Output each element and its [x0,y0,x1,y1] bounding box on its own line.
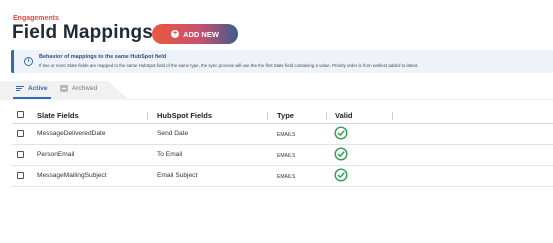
row-checkbox[interactable] [17,172,24,179]
tab-archived[interactable]: Archived [60,85,97,92]
column-header-slate-fields[interactable]: Slate Fields [37,111,79,120]
column-header-hubspot-fields[interactable]: HubSpot Fields [157,111,212,120]
column-header-type[interactable]: Type [277,111,294,120]
slate-field-cell: MessageDeliveredDate [37,130,106,137]
hubspot-field-cell: Send Date [157,130,189,137]
tab-active-label: Active [28,85,48,92]
table-row[interactable]: MessageMailingSubject Email Subject EMAI… [12,166,553,187]
info-icon: i [24,57,33,66]
table-row[interactable]: PersonEmail To Email EMAILS [12,145,553,166]
column-divider [147,112,148,120]
slate-field-cell: PersonEmail [37,151,75,158]
check-circle-icon [334,126,348,140]
table-row[interactable]: MessageDeliveredDate Send Date EMAILS [12,124,553,145]
page-title: Field Mappings [12,22,154,43]
slate-field-cell: MessageMailingSubject [37,172,107,179]
tab-bar: Active Archived [0,81,553,100]
info-banner: i Behavior of mappings to the same HubSp… [11,50,553,73]
type-cell: EMAILS [277,174,296,180]
row-checkbox[interactable] [17,130,24,137]
list-icon [16,85,24,92]
tab-active[interactable]: Active [16,85,48,92]
archive-icon [60,85,68,92]
tab-archived-label: Archived [72,85,98,92]
hubspot-field-cell: To Email [157,151,183,158]
field-mappings-table: Slate Fields HubSpot Fields Type Valid M… [12,107,553,187]
column-divider [392,112,393,120]
table-header: Slate Fields HubSpot Fields Type Valid [12,107,553,124]
add-new-button[interactable]: + ADD NEW [152,24,238,44]
type-cell: EMAILS [277,132,296,138]
row-checkbox[interactable] [17,151,24,158]
plus-circle-icon: + [171,30,180,38]
type-cell: EMAILS [277,153,296,159]
check-circle-icon [334,147,348,161]
info-banner-title: Behavior of mappings to the same HubSpot… [39,54,167,60]
active-tab-indicator [13,97,51,99]
breadcrumb[interactable]: Engagements [13,15,59,22]
check-circle-icon [334,168,348,182]
column-divider [326,112,327,120]
column-divider [267,112,268,120]
select-all-checkbox[interactable] [17,111,24,118]
info-banner-text: If two or more Slate fields are mapped t… [39,63,419,68]
column-header-valid[interactable]: Valid [335,111,353,120]
hubspot-field-cell: Email Subject [157,172,198,179]
add-new-button-label: ADD NEW [183,29,219,39]
